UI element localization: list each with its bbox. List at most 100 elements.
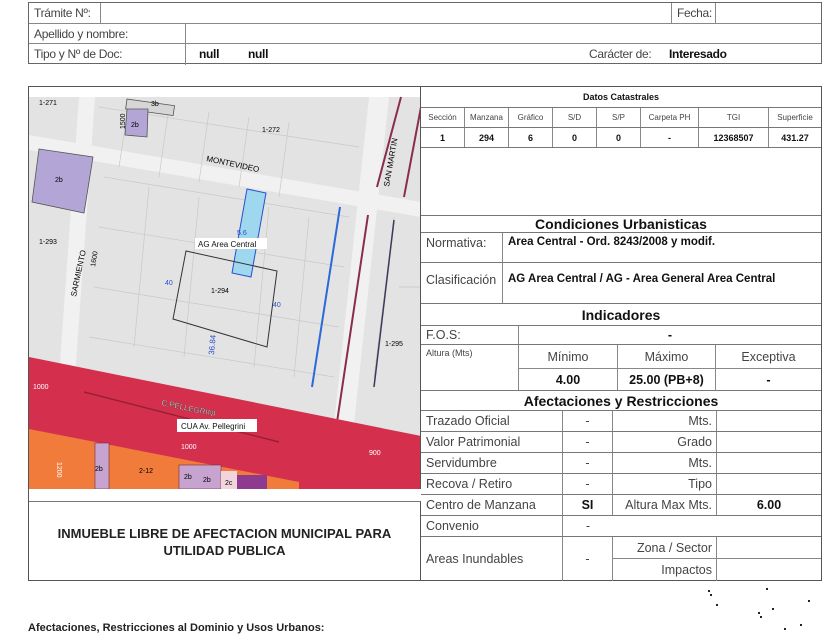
apellido-value <box>186 24 786 44</box>
map-label: 2b <box>203 477 211 484</box>
areas-row: Areas Inundables - Zona / Sector Impacto… <box>421 537 821 581</box>
convenio-row: Convenio - <box>421 516 821 537</box>
impactos-label: Impactos <box>613 559 717 581</box>
afectacion-sub-label: Mts. <box>613 411 717 431</box>
zona-label: Zona / Sector <box>613 537 717 559</box>
catastro-header: Gráfico <box>509 108 553 127</box>
catastro-value: 6 <box>509 128 553 147</box>
zone-label: CUA Av. Pellegrini <box>181 422 245 431</box>
max-value: 25.00 (PB+8) <box>618 369 716 391</box>
afectaciones-title: Afectaciones y Restricciones <box>523 392 719 409</box>
catastro-header: Sección <box>421 108 465 127</box>
zona-value <box>717 537 821 559</box>
qr-code <box>706 586 810 630</box>
normativa-label: Normativa: <box>421 233 503 262</box>
afectacion-sub-label: Altura Max Mts. <box>613 495 717 515</box>
condiciones-title-row: Condiciones Urbanisticas <box>421 216 821 233</box>
catastro-header-row: Sección Manzana Gráfico S/D S/P Carpeta PH TGI… <box>421 108 821 128</box>
map-label: 2b <box>95 466 103 473</box>
blank-row <box>421 148 821 216</box>
afectacion-sub-label: Grado <box>613 432 717 452</box>
afectacion-label: Trazado Oficial <box>421 411 563 431</box>
map-label: 1-293 <box>39 239 57 246</box>
afectacion-row: Servidumbre - Mts. <box>421 453 821 474</box>
clasificacion-row: Clasificación AG Area Central / AG - Are… <box>421 263 821 304</box>
caracter-label: Carácter de: <box>589 47 652 61</box>
map-label: 1-294 <box>211 288 229 295</box>
catastro-header: S/P <box>597 108 641 127</box>
afectacion-value: - <box>563 474 613 494</box>
afectacion-row: Trazado Oficial - Mts. <box>421 411 821 432</box>
catastro-title-row: Datos Catastrales <box>421 87 821 108</box>
dimension-label: 36.84 <box>207 334 218 355</box>
catastro-value: 0 <box>553 128 597 147</box>
normativa-row: Normativa: Area Central - Ord. 8243/2008… <box>421 233 821 263</box>
dimension-label: 40 <box>165 280 173 287</box>
doc-numero: null <box>248 47 269 61</box>
cadastral-map[interactable]: 1-271 3b 2b 1-272 1500 MONTEVIDEO SAN MA… <box>29 87 421 489</box>
afectacion-row: Centro de Manzana SI Altura Max Mts. 6.00 <box>421 495 821 516</box>
right-panel: Datos Catastrales Sección Manzana Gráfico S… <box>421 87 821 581</box>
map-label: 2c <box>225 480 233 487</box>
map-caption: INMUEBLE LIBRE DE AFECTACION MUNICIPAL P… <box>29 501 421 581</box>
map-label: 1-295 <box>385 341 403 348</box>
catastro-value: 0 <box>597 128 641 147</box>
areas-value: - <box>563 537 613 581</box>
doc-row: Tipo y Nº de Doc: null null Carácter de:… <box>29 44 821 65</box>
doc-tipo: null <box>199 47 220 61</box>
map-label: 1-272 <box>262 127 280 134</box>
map-label: 1000 <box>33 384 49 391</box>
clasificacion-label: Clasificación <box>421 263 503 303</box>
catastro-value: 431.27 <box>781 132 809 143</box>
afectacion-sub-value <box>717 432 821 452</box>
tramite-value <box>101 3 671 23</box>
catastro-header: Manzana <box>465 108 509 127</box>
afectacion-value: SI <box>563 495 613 515</box>
catastro-header: Superficie <box>777 113 813 122</box>
map-label: 1-271 <box>39 100 57 107</box>
altura-label: Altura (Mts) <box>421 345 519 390</box>
afectacion-value: - <box>563 411 613 431</box>
areas-label: Areas Inundables <box>421 537 563 581</box>
afectacion-sub-value: 6.00 <box>756 498 782 512</box>
indicadores-title-row: Indicadores <box>421 304 821 326</box>
altura-row: Altura (Mts) Mínimo Máximo Exceptiva 4.0… <box>421 345 821 391</box>
afectacion-value: - <box>563 432 613 452</box>
min-label: Mínimo <box>519 345 618 369</box>
max-label: Máximo <box>618 345 716 369</box>
afectacion-label: Valor Patrimonial <box>421 432 563 452</box>
map-label: 1000 <box>181 444 197 451</box>
min-value: 4.00 <box>519 369 618 391</box>
report-body: 1-271 3b 2b 1-272 1500 MONTEVIDEO SAN MA… <box>28 86 822 581</box>
afectacion-row: Valor Patrimonial - Grado <box>421 432 821 453</box>
catastro-value: 294 <box>465 128 509 147</box>
afectacion-label: Centro de Manzana <box>421 495 563 515</box>
catastro-value: 12368507 <box>699 128 769 147</box>
apellido-row: Apellido y nombre: <box>29 23 821 44</box>
convenio-value: - <box>585 519 591 533</box>
condiciones-title: Condiciones Urbanisticas <box>535 216 707 232</box>
applicant-header: Trámite Nº: Fecha: Apellido y nombre: Ti… <box>28 2 822 65</box>
map-label: 1200 <box>55 462 62 478</box>
catastro-value: - <box>641 128 699 147</box>
fos-value: - <box>667 328 673 342</box>
map-label: 1500 <box>120 113 127 129</box>
caracter-value: Interesado <box>669 47 727 61</box>
normativa-value: Area Central - Ord. 8243/2008 y modif. <box>508 236 716 248</box>
indicadores-title: Indicadores <box>581 306 661 323</box>
exc-value: - <box>766 373 771 387</box>
doc-label: Tipo y Nº de Doc: <box>29 44 186 65</box>
tramite-row: Trámite Nº: Fecha: <box>29 3 821 24</box>
catastro-value-row: 1 294 6 0 0-12368507 431.27 <box>421 128 821 148</box>
map-label: 3b <box>151 101 159 108</box>
afectaciones-title-row: Afectaciones y Restricciones <box>421 391 821 411</box>
convenio-label: Convenio <box>421 516 563 536</box>
afectacion-sub-value <box>717 474 821 494</box>
afectacion-sub-label: Tipo <box>613 474 717 494</box>
fos-label: F.O.S: <box>421 326 519 344</box>
zone-label: AG Area Central <box>198 240 256 249</box>
catastro-header: TGI <box>699 108 769 127</box>
fecha-label: Fecha: <box>671 3 716 23</box>
afectacion-label: Recova / Retiro <box>421 474 563 494</box>
dimension-label: 40 <box>273 302 281 309</box>
